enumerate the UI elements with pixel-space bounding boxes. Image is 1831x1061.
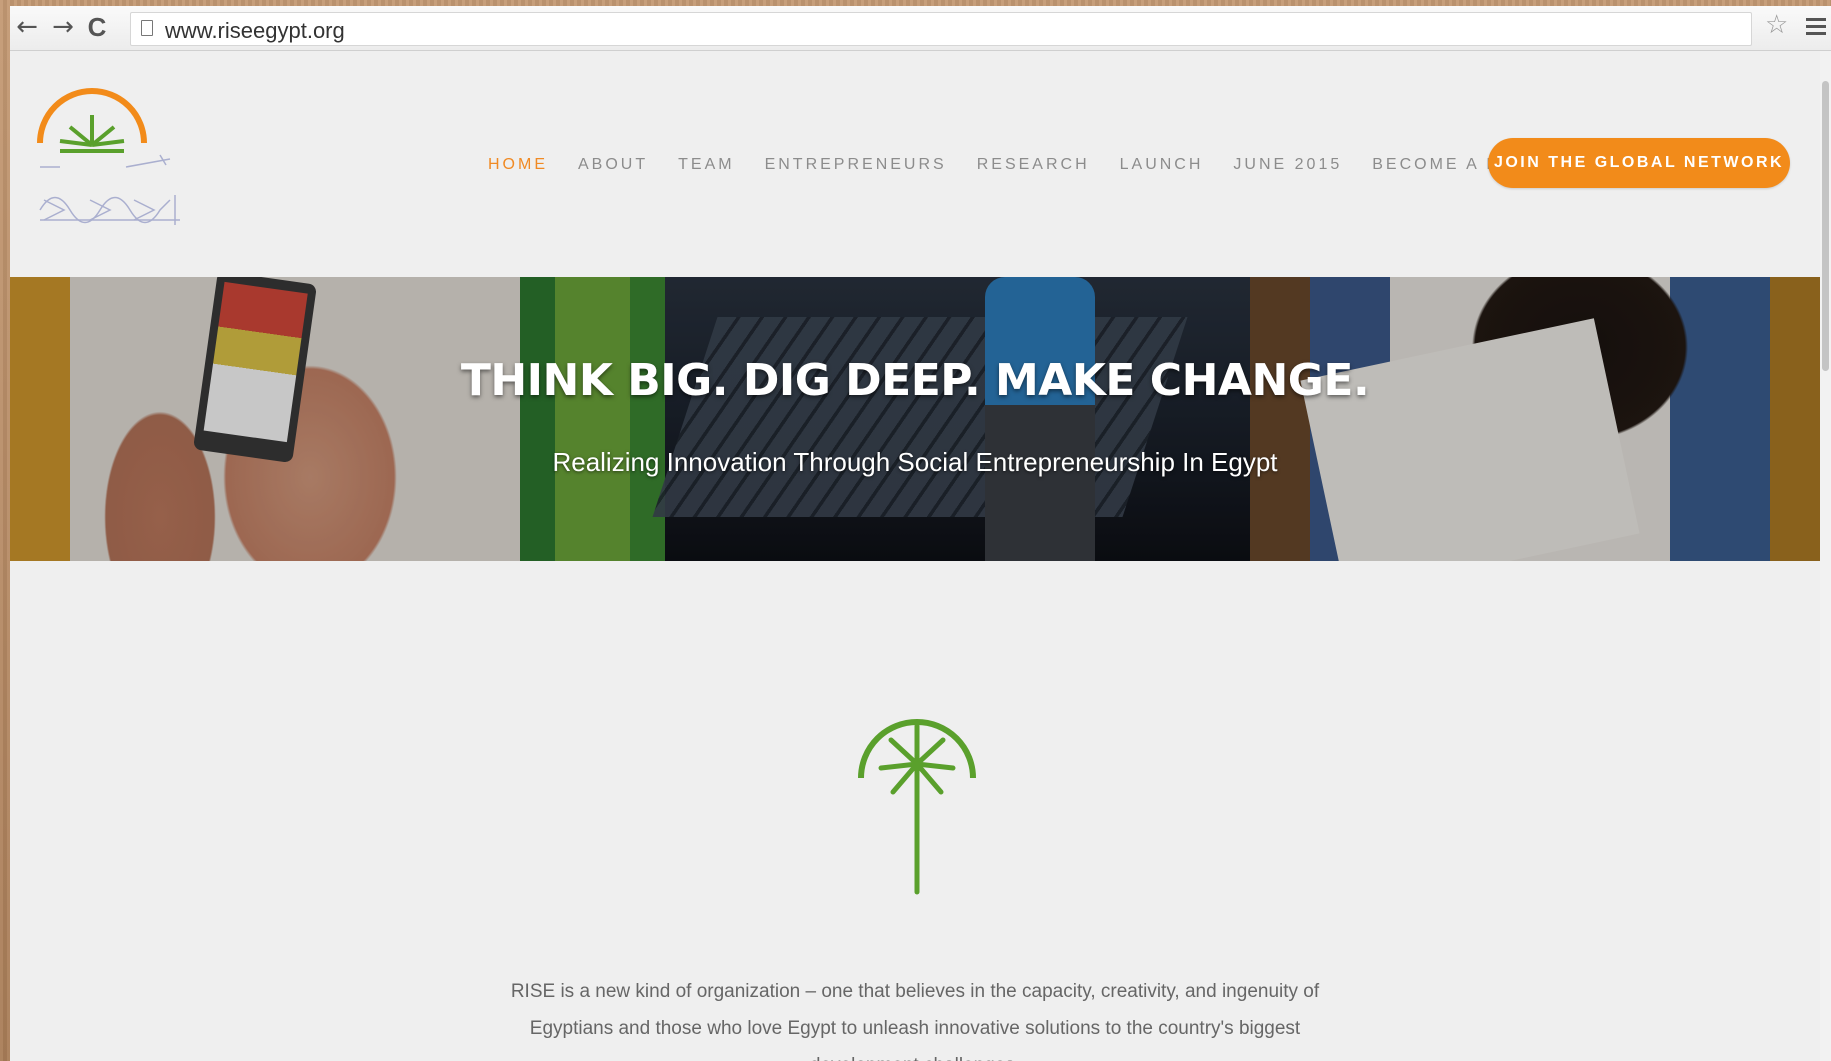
address-bar[interactable]: www.riseegypt.org <box>130 12 1752 46</box>
nav-home[interactable]: HOME <box>488 156 548 174</box>
hero-overlay <box>10 277 1820 561</box>
rise-logo[interactable] <box>30 75 190 245</box>
hero-banner: THINK BIG. DIG DEEP. MAKE CHANGE. Realiz… <box>10 277 1820 561</box>
nav-about[interactable]: ABOUT <box>578 156 648 174</box>
nav-june-2015[interactable]: JUNE 2015 <box>1233 156 1342 174</box>
page-icon <box>141 20 153 36</box>
scrollbar-thumb[interactable] <box>1822 81 1829 371</box>
intro-paragraph: RISE is a new kind of organization – one… <box>510 981 1320 1061</box>
hero-subtitle: Realizing Innovation Through Social Entr… <box>552 447 1278 477</box>
vertical-scrollbar[interactable] <box>1820 51 1831 1061</box>
browser-menu-icon[interactable] <box>1806 18 1826 36</box>
reload-icon[interactable]: C <box>82 12 112 42</box>
nav-research[interactable]: RESEARCH <box>977 156 1090 174</box>
browser-window: ← → C www.riseegypt.org ☆ HOME ABOUT TEA… <box>10 6 1831 1061</box>
palm-emblem-icon <box>858 719 976 895</box>
back-arrow-icon[interactable]: ← <box>12 12 42 42</box>
main-nav: HOME ABOUT TEAM ENTREPRENEURS RESEARCH L… <box>488 156 1605 174</box>
hero-title: THINK BIG. DIG DEEP. MAKE CHANGE. <box>460 355 1370 406</box>
nav-launch[interactable]: LAUNCH <box>1120 156 1204 174</box>
browser-toolbar: ← → C www.riseegypt.org ☆ <box>10 6 1831 51</box>
page-viewport: HOME ABOUT TEAM ENTREPRENEURS RESEARCH L… <box>10 51 1820 1061</box>
join-network-button[interactable]: JOIN THE GLOBAL NETWORK <box>1488 138 1790 188</box>
forward-arrow-icon[interactable]: → <box>48 12 78 42</box>
url-text[interactable]: www.riseegypt.org <box>165 18 345 44</box>
nav-entrepreneurs[interactable]: ENTREPRENEURS <box>765 156 947 174</box>
bookmark-star-icon[interactable]: ☆ <box>1765 10 1788 40</box>
nav-team[interactable]: TEAM <box>678 156 734 174</box>
